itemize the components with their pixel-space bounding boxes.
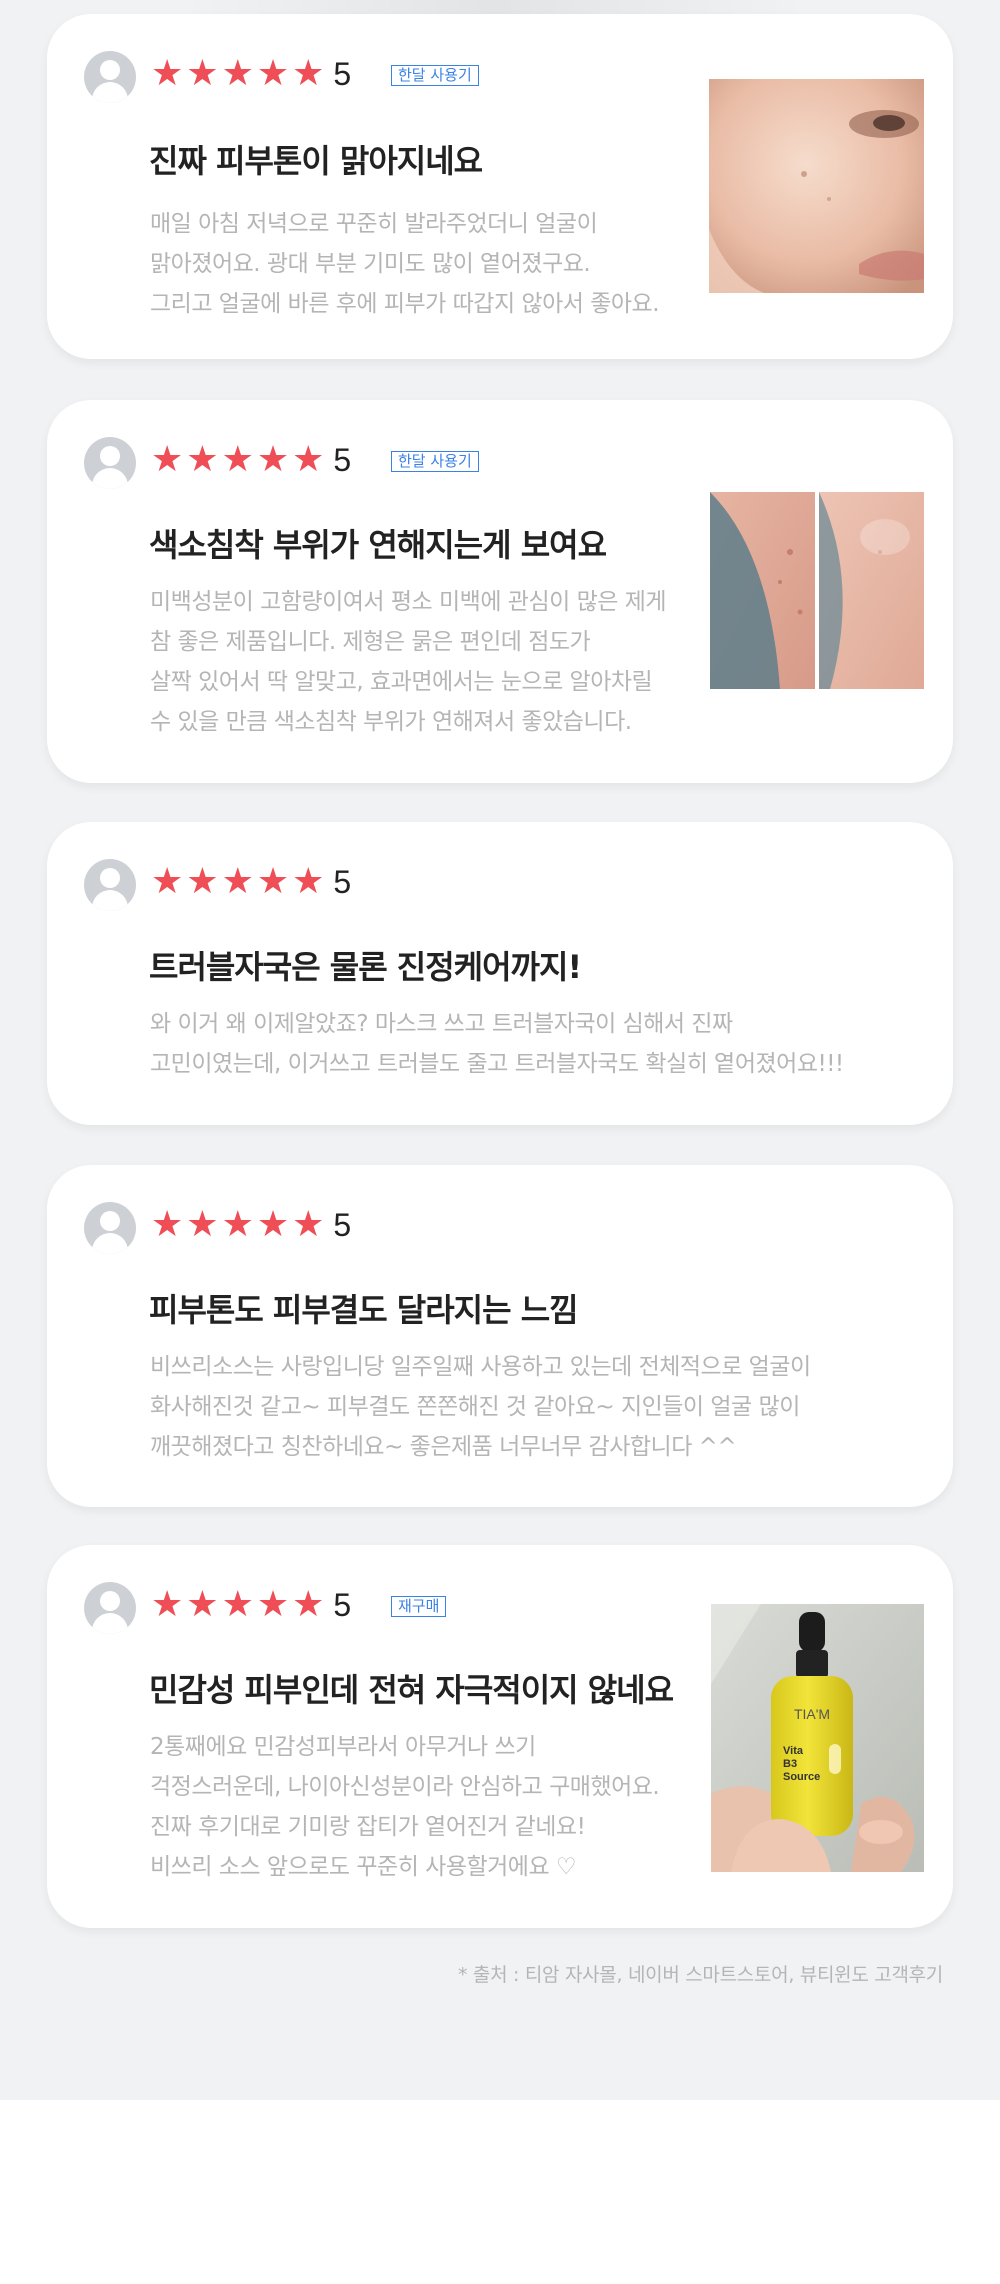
review-title: 민감성 피부인데 전혀 자극적이지 않네요 xyxy=(149,1671,674,1709)
review-text: 매일 아침 저녁으로 꾸준히 발라주었더니 얼굴이 맑아졌어요. 광대 부분 기… xyxy=(150,211,660,317)
user-avatar-icon xyxy=(84,1202,136,1254)
rating-value: 5 xyxy=(333,56,352,92)
review-text: 비쓰리소스는 사랑입니당 일주일째 사용하고 있는데 전체적으로 얼굴이 화사해… xyxy=(150,1354,811,1460)
star-icon: ★ xyxy=(292,1584,325,1625)
review-photo-product: TIA'M Vita B3 Source xyxy=(711,1604,924,1872)
review-card: ★ ★ ★ ★ ★ 5 한달 사용기 진짜 피부톤이 맑아지네요 매일 아침 저녁으로 … xyxy=(47,14,953,359)
top-shadow xyxy=(180,0,810,14)
review-text: 와 이거 왜 이제알았죠? 마스크 쓰고 트러블자국이 심해서 진짜 고민이였는… xyxy=(150,1011,844,1077)
star-icon: ★ xyxy=(221,1204,254,1245)
review-photo-before-after xyxy=(710,492,924,689)
star-icon: ★ xyxy=(186,439,219,480)
rating-value: 5 xyxy=(333,442,352,478)
user-avatar-icon xyxy=(84,859,136,911)
star-icon: ★ xyxy=(151,1584,184,1625)
star-rating: ★ ★ ★ ★ ★ 5 xyxy=(151,1585,351,1625)
star-rating: ★ ★ ★ ★ ★ 5 xyxy=(151,1205,351,1245)
star-icon: ★ xyxy=(151,861,184,902)
bottle-brand: TIA'M xyxy=(794,1706,830,1722)
star-icon: ★ xyxy=(186,1204,219,1245)
review-card: ★ ★ ★ ★ ★ 5 한달 사용기 색소침착 부위가 연해지는게 보여요 미백성분이 … xyxy=(47,400,953,783)
star-icon: ★ xyxy=(256,1204,290,1245)
star-icon: ★ xyxy=(151,53,184,94)
bottle-name-2: B3 xyxy=(783,1758,797,1770)
review-title: 트러블자국은 물론 진정케어까지! xyxy=(149,948,582,986)
review-card: ★ ★ ★ ★ ★ 5 피부톤도 피부결도 달라지는 느낌 비쓰리소스는 사랑입니당 일… xyxy=(47,1165,953,1507)
review-photo xyxy=(709,79,924,293)
review-title: 진짜 피부톤이 맑아지네요 xyxy=(149,142,483,180)
reviews-panel: ★ ★ ★ ★ ★ 5 한달 사용기 진짜 피부톤이 맑아지네요 매일 아침 저녁으로 … xyxy=(0,0,1000,2100)
rating-value: 5 xyxy=(333,864,352,900)
star-icon: ★ xyxy=(292,1204,325,1245)
bottle-name-3: Source xyxy=(783,1771,820,1783)
star-icon: ★ xyxy=(256,861,290,902)
star-rating: ★ ★ ★ ★ ★ 5 xyxy=(151,862,351,902)
source-footnote: * 출처 : 티암 자사몰, 네이버 스마트스토어, 뷰티윈도 고객후기 xyxy=(457,1964,943,1986)
star-rating: ★ ★ ★ ★ ★ 5 xyxy=(151,54,351,94)
review-title: 색소침착 부위가 연해지는게 보여요 xyxy=(149,526,607,564)
star-icon: ★ xyxy=(221,439,254,480)
review-card: ★ ★ ★ ★ ★ 5 트러블자국은 물론 진정케어까지! 와 이거 왜 이제알았죠? … xyxy=(47,822,953,1125)
star-icon: ★ xyxy=(186,53,219,94)
star-icon: ★ xyxy=(256,439,290,480)
star-icon: ★ xyxy=(221,861,254,902)
star-icon: ★ xyxy=(221,1584,254,1625)
star-rating: ★ ★ ★ ★ ★ 5 xyxy=(151,440,351,480)
star-icon: ★ xyxy=(256,1584,290,1625)
review-text: 미백성분이 고함량이여서 평소 미백에 관심이 많은 제게 참 좋은 제품입니다… xyxy=(150,589,667,735)
star-icon: ★ xyxy=(292,53,325,94)
review-tag-badge: 한달 사용기 xyxy=(391,65,479,86)
star-icon: ★ xyxy=(256,53,290,94)
star-icon: ★ xyxy=(186,1584,219,1625)
user-avatar-icon xyxy=(84,1582,136,1634)
user-avatar-icon xyxy=(84,51,136,103)
review-title: 피부톤도 피부결도 달라지는 느낌 xyxy=(149,1291,579,1329)
user-avatar-icon xyxy=(84,437,136,489)
star-icon: ★ xyxy=(292,439,325,480)
star-icon: ★ xyxy=(292,861,325,902)
rating-value: 5 xyxy=(333,1587,352,1623)
star-icon: ★ xyxy=(151,439,184,480)
bottle-name-1: Vita xyxy=(783,1745,804,1757)
review-card: ★ ★ ★ ★ ★ 5 재구매 민감성 피부인데 전혀 자극적이지 않네요 2통째에요 … xyxy=(47,1545,953,1928)
review-tag-badge: 한달 사용기 xyxy=(391,451,479,472)
review-tag-badge: 재구매 xyxy=(391,1596,447,1617)
star-icon: ★ xyxy=(186,861,219,902)
star-icon: ★ xyxy=(151,1204,184,1245)
rating-value: 5 xyxy=(333,1207,352,1243)
star-icon: ★ xyxy=(221,53,254,94)
review-text: 2통째에요 민감성피부라서 아무거나 쓰기 걱정스러운데, 나이아신성분이라 안… xyxy=(150,1734,660,1880)
